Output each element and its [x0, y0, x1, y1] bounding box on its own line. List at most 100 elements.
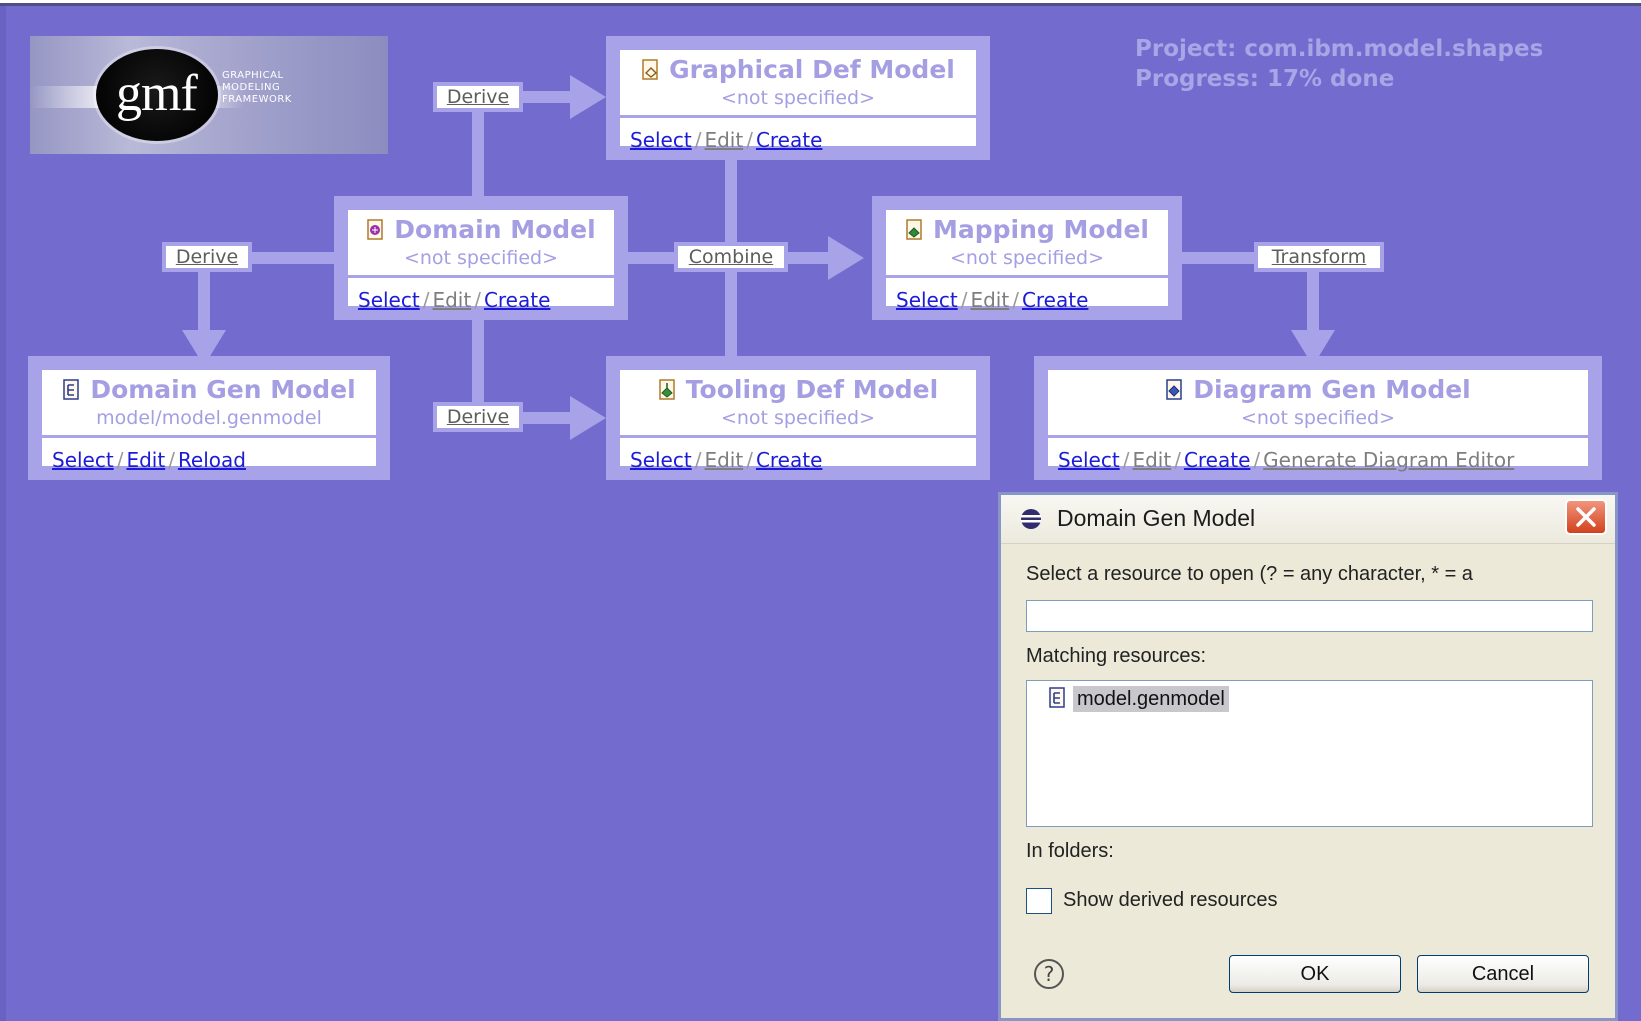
- logo-mark: gmf: [116, 65, 198, 122]
- tooling-edit-link[interactable]: Edit: [704, 448, 743, 472]
- separator: /: [168, 448, 175, 472]
- diagramgen-title: Diagram Gen Model: [1048, 374, 1588, 406]
- graphical-title-text: Graphical Def Model: [669, 55, 955, 84]
- diagramgen-edit-link[interactable]: Edit: [1132, 448, 1171, 472]
- cancel-button[interactable]: Cancel: [1417, 955, 1589, 993]
- domaingen-reload-link[interactable]: Reload: [178, 448, 246, 472]
- graphical-create-link[interactable]: Create: [756, 128, 822, 152]
- connector-mapping-to-transform: [1180, 252, 1254, 264]
- graphical-title-area: Graphical Def Model <not specified>: [620, 50, 976, 118]
- domain-model-icon: [367, 219, 384, 240]
- close-icon: [1576, 507, 1596, 527]
- dialog-prompt: Select a resource to open (? = any chara…: [1026, 563, 1473, 585]
- diagramgen-create-link[interactable]: Create: [1184, 448, 1250, 472]
- mapping-select-link[interactable]: Select: [896, 288, 958, 312]
- graphical-subtitle: <not specified>: [720, 87, 876, 109]
- tooling-title-area: Tooling Def Model <not specified>: [620, 370, 976, 438]
- connector-combine-to-mapping: [788, 252, 828, 264]
- domain-title-text: Domain Model: [394, 215, 596, 244]
- diagram-gen-model-box: Diagram Gen Model <not specified> Select…: [1034, 356, 1602, 480]
- mapping-links: Select / Edit / Create: [886, 278, 1168, 312]
- resource-dialog: Domain Gen Model Select a resource to op…: [998, 492, 1618, 1021]
- list-item[interactable]: model.genmodel: [1047, 686, 1229, 712]
- separator: /: [116, 448, 124, 472]
- tooling-links: Select / Edit / Create: [620, 438, 976, 472]
- diagramgen-title-text: Diagram Gen Model: [1193, 375, 1471, 404]
- project-progress: Progress: 17% done: [1135, 66, 1395, 92]
- separator: /: [422, 288, 430, 312]
- mapping-title: Mapping Model: [886, 214, 1168, 246]
- connector-derive-to-graphical: [520, 91, 570, 103]
- mapping-title-area: Mapping Model <not specified>: [886, 210, 1168, 278]
- tooling-title-text: Tooling Def Model: [685, 375, 939, 404]
- list-item-label: model.genmodel: [1073, 686, 1229, 712]
- diagramgen-model-icon: [1166, 379, 1182, 400]
- project-status: Project: com.ibm.model.shapes Progress: …: [1135, 34, 1543, 94]
- derive-graphical-link[interactable]: Derive: [433, 82, 523, 112]
- matching-resources-label: Matching resources:: [1026, 645, 1207, 667]
- logo-subtitle: GRAPHICAL MODELING FRAMEWORK: [222, 70, 292, 106]
- derive-domaingen-link[interactable]: Derive: [162, 242, 252, 272]
- domaingen-title-text: Domain Gen Model: [90, 375, 356, 404]
- show-derived-checkbox[interactable]: [1026, 888, 1052, 914]
- dialog-close-button[interactable]: [1565, 499, 1607, 535]
- mapping-edit-link[interactable]: Edit: [970, 288, 1009, 312]
- project-name: Project: com.ibm.model.shapes: [1135, 36, 1544, 62]
- diagramgen-select-link[interactable]: Select: [1058, 448, 1120, 472]
- separator: /: [746, 448, 753, 472]
- tooling-create-link[interactable]: Create: [756, 448, 822, 472]
- domain-subtitle: <not specified>: [403, 247, 559, 269]
- domain-create-link[interactable]: Create: [484, 288, 550, 312]
- graphical-edit-link[interactable]: Edit: [704, 128, 743, 152]
- logo-line-3: FRAMEWORK: [222, 94, 292, 105]
- graphical-title: Graphical Def Model: [620, 54, 976, 86]
- mapping-subtitle: <not specified>: [949, 247, 1105, 269]
- separator: /: [1253, 448, 1261, 472]
- domain-model-box: Domain Model <not specified> Select / Edit…: [334, 196, 628, 320]
- arrow-to-tooling: [570, 396, 606, 440]
- domaingen-select-link[interactable]: Select: [52, 448, 114, 472]
- separator: /: [474, 288, 481, 312]
- window-top-line: [0, 3, 1641, 6]
- graphical-def-model-box: Graphical Def Model <not specified> Sele…: [606, 36, 990, 160]
- mapping-create-link[interactable]: Create: [1022, 288, 1088, 312]
- ok-button[interactable]: OK: [1229, 955, 1401, 993]
- mapping-model-box: Mapping Model <not specified> Select / Edi…: [872, 196, 1182, 320]
- help-icon[interactable]: ?: [1034, 959, 1064, 989]
- separator: /: [1012, 288, 1019, 312]
- separator: /: [694, 448, 702, 472]
- connector-transform-to-diagramgen: [1307, 272, 1319, 332]
- connector-domain-to-derive-left: [250, 252, 334, 264]
- connector-graphical-to-combine: [725, 160, 737, 242]
- window-left-edge: [0, 6, 6, 1021]
- diagramgen-links: Select / Edit / Create / Generate Diagram Edit…: [1048, 438, 1588, 472]
- tooling-subtitle: <not specified>: [720, 407, 876, 429]
- tooling-title: Tooling Def Model: [620, 374, 976, 406]
- matching-resources-list[interactable]: model.genmodel: [1026, 680, 1593, 827]
- domaingen-title-area: Domain Gen Model model/model.genmodel: [42, 370, 376, 438]
- domain-gen-model-box: Domain Gen Model model/model.genmodel Se…: [28, 356, 390, 480]
- domain-links: Select / Edit / Create: [348, 278, 614, 312]
- domain-select-link[interactable]: Select: [358, 288, 420, 312]
- transform-link[interactable]: Transform: [1254, 242, 1384, 272]
- connector-domain-to-derive-bottom: [472, 318, 484, 402]
- tooling-select-link[interactable]: Select: [630, 448, 692, 472]
- show-derived-label[interactable]: Show derived resources: [1063, 889, 1278, 912]
- combine-link[interactable]: Combine: [674, 242, 788, 272]
- domaingen-model-icon: [63, 379, 80, 400]
- connector-derive-to-domaingen: [198, 272, 210, 332]
- dialog-title: Domain Gen Model: [1057, 505, 1256, 531]
- genmodel-icon: [1049, 687, 1065, 708]
- graphical-links: Select / Edit / Create: [620, 118, 976, 152]
- separator: /: [694, 128, 702, 152]
- generate-diagram-editor-link[interactable]: Generate Diagram Editor: [1263, 448, 1514, 472]
- eclipse-icon: [1021, 509, 1041, 529]
- domain-edit-link[interactable]: Edit: [432, 288, 471, 312]
- graphical-select-link[interactable]: Select: [630, 128, 692, 152]
- resource-search-input[interactable]: [1026, 600, 1593, 632]
- domaingen-edit-link[interactable]: Edit: [126, 448, 165, 472]
- derive-tooling-link[interactable]: Derive: [433, 402, 523, 432]
- connector-tooling-to-combine: [725, 272, 737, 356]
- dialog-titlebar[interactable]: Domain Gen Model: [1001, 495, 1615, 544]
- separator: /: [1122, 448, 1130, 472]
